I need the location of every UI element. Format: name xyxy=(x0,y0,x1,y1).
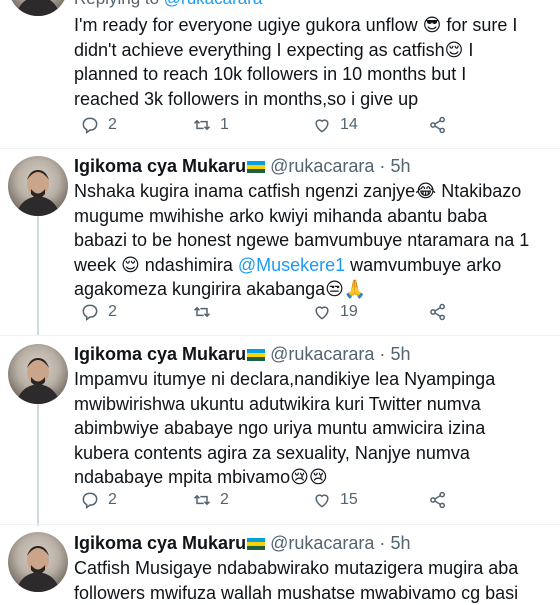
tweet-line: Nshaka kugira inama catfish ngenzi zanjy… xyxy=(74,179,550,204)
reply-icon xyxy=(80,115,100,135)
tweet-line: mugume mwihishe arko kwiyi mihanda abant… xyxy=(74,204,550,229)
share-button[interactable] xyxy=(428,490,448,510)
thread-line xyxy=(37,212,39,336)
tweet-text: Catfish Musigaye ndababwirako mutazigera… xyxy=(74,556,550,605)
tweet-line: week 😌 ndashimira @Musekere1 wamvumbuye … xyxy=(74,253,550,278)
share-button[interactable] xyxy=(428,302,448,322)
separator-dot: · xyxy=(379,533,385,553)
tweet-line: mwibwirishwa ukuntu adutwikira kuri Twit… xyxy=(74,392,550,417)
like-count: 15 xyxy=(340,491,358,509)
avatar[interactable] xyxy=(8,532,68,592)
tweet[interactable]: I'm ready for everyone ugiye gukora unfl… xyxy=(74,12,550,111)
retweet-button[interactable] xyxy=(192,302,220,322)
reply-button[interactable]: 2 xyxy=(80,115,117,135)
rwanda-flag-icon xyxy=(247,349,265,361)
avatar[interactable] xyxy=(8,0,68,16)
avatar[interactable] xyxy=(8,156,68,216)
tweet-line: Impamvu itumye ni declara,nandikiye lea … xyxy=(74,367,550,392)
rwanda-flag-icon xyxy=(247,538,265,550)
like-button[interactable]: 15 xyxy=(312,490,358,510)
tweet-line: Catfish Musigaye ndababwirako mutazigera… xyxy=(74,556,550,581)
replying-to-handle[interactable]: @rukacarara xyxy=(164,0,263,8)
replying-to-prefix: Replying to xyxy=(74,0,159,8)
replying-to: Replying to @rukacarara xyxy=(74,0,550,10)
tweet-header: Igikoma cya Mukaru @rukacarara · 5h xyxy=(74,342,550,366)
retweet-button[interactable]: 2 xyxy=(192,490,229,510)
author-name[interactable]: Igikoma cya Mukaru xyxy=(74,533,246,553)
tweet-line: kubera contents agira za sexuality, Nanj… xyxy=(74,441,550,466)
retweet-button[interactable]: 1 xyxy=(192,115,229,135)
tweet-line: reached 3k followers in months,so i give… xyxy=(74,87,550,112)
retweet-icon xyxy=(192,115,212,135)
separator-dot: · xyxy=(379,344,385,364)
like-button[interactable]: 14 xyxy=(312,115,358,135)
retweet-count: 1 xyxy=(220,116,229,134)
divider xyxy=(0,524,560,525)
tweet-line: abimbwiye ababaye ngo uriya muntu amwici… xyxy=(74,416,550,441)
thread-line xyxy=(37,400,39,526)
share-icon xyxy=(428,115,448,135)
retweet-count: 2 xyxy=(220,491,229,509)
like-icon xyxy=(312,490,332,510)
author-handle[interactable]: @rukacarara xyxy=(270,533,374,553)
tweet-line: ndababaye mpita mbivamo😢😢 xyxy=(74,465,550,490)
retweet-icon xyxy=(192,302,212,322)
reply-button[interactable]: 2 xyxy=(80,490,117,510)
reply-icon xyxy=(80,490,100,510)
separator-dot: · xyxy=(379,156,385,176)
reply-count: 2 xyxy=(108,303,117,321)
reply-count: 2 xyxy=(108,491,117,509)
timestamp[interactable]: 5h xyxy=(390,344,410,364)
tweet-text: I'm ready for everyone ugiye gukora unfl… xyxy=(74,13,550,111)
author-handle[interactable]: @rukacarara xyxy=(270,156,374,176)
tweet-line: followers mwifuza wallah mushatse mwabiv… xyxy=(74,581,550,605)
mention-link[interactable]: @Musekere1 xyxy=(238,255,345,275)
tweet-line: didn't achieve everything I expecting as… xyxy=(74,38,550,63)
tweet-text: Nshaka kugira inama catfish ngenzi zanjy… xyxy=(74,179,550,302)
reply-count: 2 xyxy=(108,116,117,134)
tweet-line: I'm ready for everyone ugiye gukora unfl… xyxy=(74,13,550,38)
divider xyxy=(0,148,560,149)
tweet[interactable]: Igikoma cya Mukaru @rukacarara · 5h Catf… xyxy=(74,531,550,605)
like-count: 19 xyxy=(340,303,358,321)
avatar[interactable] xyxy=(8,344,68,404)
reply-button[interactable]: 2 xyxy=(80,302,117,322)
tweet[interactable]: Igikoma cya Mukaru @rukacarara · 5h Nsha… xyxy=(74,154,550,302)
like-count: 14 xyxy=(340,116,358,134)
tweet-actions: 2 2 15 xyxy=(74,490,560,512)
tweet[interactable]: Igikoma cya Mukaru @rukacarara · 5h Impa… xyxy=(74,342,550,490)
like-button[interactable]: 19 xyxy=(312,302,358,322)
divider xyxy=(0,335,560,336)
reply-icon xyxy=(80,302,100,322)
retweet-icon xyxy=(192,490,212,510)
like-icon xyxy=(312,302,332,322)
tweet-line: planned to reach 10k followers in 10 mon… xyxy=(74,62,550,87)
tweet-actions: 2 1 14 xyxy=(74,115,560,137)
tweet-header: Igikoma cya Mukaru @rukacarara · 5h xyxy=(74,154,550,178)
author-name[interactable]: Igikoma cya Mukaru xyxy=(74,156,246,176)
tweet-line: babazi to be honest ngewe bamvumbuye nta… xyxy=(74,228,550,253)
tweet-text: Impamvu itumye ni declara,nandikiye lea … xyxy=(74,367,550,490)
share-icon xyxy=(428,490,448,510)
tweet-line: agakomeza kungirira akabanga😒🙏 xyxy=(74,277,550,302)
like-icon xyxy=(312,115,332,135)
share-icon xyxy=(428,302,448,322)
rwanda-flag-icon xyxy=(247,161,265,173)
author-handle[interactable]: @rukacarara xyxy=(270,344,374,364)
tweet-header: Igikoma cya Mukaru @rukacarara · 5h xyxy=(74,531,550,555)
timestamp[interactable]: 5h xyxy=(390,156,410,176)
share-button[interactable] xyxy=(428,115,448,135)
author-name[interactable]: Igikoma cya Mukaru xyxy=(74,344,246,364)
tweet-actions: 2 19 xyxy=(74,302,560,324)
timestamp[interactable]: 5h xyxy=(390,533,410,553)
